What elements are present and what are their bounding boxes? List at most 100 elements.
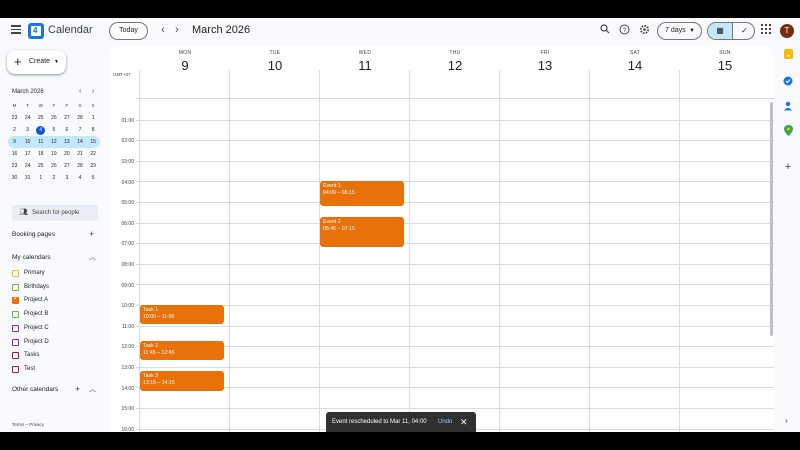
add-booking-page-icon[interactable]: + [89, 229, 94, 239]
event-chip[interactable]: Task 3 13:15 – 14:15 [140, 371, 224, 392]
calendar-checkbox[interactable] [12, 311, 19, 319]
main-menu-icon[interactable] [8, 23, 24, 39]
mini-day[interactable]: 4 [34, 124, 47, 136]
event-chip[interactable]: Task 2 11:45 – 12:45 [140, 340, 224, 361]
mini-day[interactable]: 12 [47, 136, 60, 148]
event-chip[interactable]: Event 2 05:45 – 07:15 [320, 216, 404, 247]
next-week-button[interactable]: › [172, 24, 182, 36]
calendar-checkbox[interactable] [12, 352, 19, 360]
mini-day[interactable]: 23 [8, 160, 21, 172]
booking-pages-label[interactable]: Booking pages [12, 231, 55, 238]
collapse-other-calendars-icon[interactable]: ︿ [89, 384, 96, 394]
day-date[interactable]: 13 [500, 58, 590, 73]
mini-day[interactable]: 5 [47, 124, 60, 136]
calendar-checkbox[interactable] [12, 270, 19, 277]
mini-day[interactable]: 26 [47, 112, 60, 124]
mini-day[interactable]: 13 [60, 136, 73, 148]
mini-day[interactable]: 15 [87, 136, 100, 148]
mini-day[interactable]: 10 [21, 136, 34, 148]
day-header-thu[interactable]: THU 12 [410, 46, 500, 80]
help-icon[interactable]: ? [617, 24, 631, 38]
mini-day[interactable]: 4 [73, 172, 86, 184]
mini-day[interactable]: 9 [8, 136, 21, 148]
mini-day[interactable]: 6 [60, 124, 73, 136]
close-icon[interactable]: ✕ [460, 412, 468, 432]
day-header-wed[interactable]: WED 11 [320, 46, 410, 80]
mini-day[interactable]: 1 [34, 172, 47, 184]
tasks-icon[interactable] [780, 76, 796, 90]
mini-day[interactable]: 21 [73, 148, 86, 160]
collapse-my-calendars-icon[interactable]: ︿ [89, 252, 96, 262]
day-header-sat[interactable]: SAT 14 [590, 46, 680, 80]
mini-day[interactable]: 7 [73, 124, 86, 136]
terms-privacy-link[interactable]: Terms – Privacy [12, 422, 44, 427]
mini-day[interactable]: 5 [87, 172, 100, 184]
mini-day[interactable]: 24 [21, 160, 34, 172]
mini-day[interactable]: 27 [60, 112, 73, 124]
chevron-right-icon[interactable]: › [785, 416, 788, 425]
mini-day[interactable]: 1 [87, 112, 100, 124]
mini-day[interactable]: 3 [21, 124, 34, 136]
search-icon[interactable] [598, 24, 612, 38]
day-date[interactable]: 10 [230, 58, 320, 73]
day-header-mon[interactable]: MON 9 [140, 46, 230, 80]
today-button[interactable]: Today [109, 22, 148, 40]
grid-scrollbar[interactable] [770, 102, 773, 336]
calendar-checkbox[interactable] [12, 296, 19, 305]
mini-day[interactable]: 16 [8, 148, 21, 160]
contacts-icon[interactable] [780, 101, 796, 115]
calendar-checkbox[interactable] [12, 338, 19, 346]
search-people-input[interactable]: 👥︎ Search for people [12, 205, 98, 221]
mini-day[interactable]: 28 [73, 160, 86, 172]
mini-day[interactable]: 3 [60, 172, 73, 184]
day-date[interactable]: 9 [140, 58, 230, 73]
mini-day[interactable]: 30 [8, 172, 21, 184]
mini-day[interactable]: 24 [21, 112, 34, 124]
my-calendars-label[interactable]: My calendars [12, 254, 51, 261]
mini-day[interactable]: 25 [34, 160, 47, 172]
mini-day[interactable]: 8 [87, 124, 100, 136]
day-date[interactable]: 15 [680, 58, 770, 73]
tasks-view-icon[interactable]: ✓ [732, 23, 754, 39]
mini-day[interactable]: 19 [47, 148, 60, 160]
mini-day[interactable]: 2 [47, 172, 60, 184]
mini-day[interactable]: 25 [34, 112, 47, 124]
mini-day[interactable]: 23 [8, 112, 21, 124]
apps-grid-icon[interactable] [761, 24, 771, 34]
calendar-view-icon[interactable]: ▦ [708, 23, 732, 39]
mini-day[interactable]: 31 [21, 172, 34, 184]
day-header-sun[interactable]: SUN 15 [680, 46, 770, 80]
event-chip[interactable]: Event 1 04:00 – 05:15 [320, 180, 404, 206]
day-header-tue[interactable]: TUE 10 [230, 46, 320, 80]
add-addon-icon[interactable]: + [780, 160, 796, 174]
mini-day[interactable]: 28 [73, 112, 86, 124]
keep-icon[interactable] [780, 49, 796, 63]
mini-day[interactable]: 11 [34, 136, 47, 148]
mini-day[interactable]: 2 [8, 124, 21, 136]
day-header-fri[interactable]: FRI 13 [500, 46, 590, 80]
undo-button[interactable]: Undo [438, 412, 452, 432]
mini-next-month-button[interactable]: › [92, 88, 94, 95]
mini-day[interactable]: 20 [60, 148, 73, 160]
day-date[interactable]: 12 [410, 58, 500, 73]
mini-day[interactable]: 14 [73, 136, 86, 148]
mini-day[interactable]: 26 [47, 160, 60, 172]
day-date[interactable]: 14 [590, 58, 680, 73]
mini-day[interactable]: 17 [21, 148, 34, 160]
other-calendars-label[interactable]: Other calendars [12, 386, 58, 393]
gear-icon[interactable] [637, 24, 651, 38]
calendar-checkbox[interactable] [12, 365, 19, 373]
event-chip[interactable]: Task 1 10:00 – 11:00 [140, 304, 224, 325]
calendar-checkbox[interactable] [12, 324, 19, 332]
calendar-checkbox[interactable] [12, 283, 19, 291]
mini-day[interactable]: 22 [87, 148, 100, 160]
avatar[interactable]: T [780, 24, 794, 38]
mini-day[interactable]: 29 [87, 160, 100, 172]
mini-prev-month-button[interactable]: ‹ [79, 88, 81, 95]
add-other-calendar-icon[interactable]: + [75, 384, 80, 394]
view-selector[interactable]: 7 days ▼ [657, 22, 702, 40]
create-button[interactable]: + Create ▼ [7, 50, 66, 74]
day-date[interactable]: 11 [320, 58, 410, 73]
mini-day[interactable]: 27 [60, 160, 73, 172]
previous-week-button[interactable]: ‹ [158, 24, 168, 36]
